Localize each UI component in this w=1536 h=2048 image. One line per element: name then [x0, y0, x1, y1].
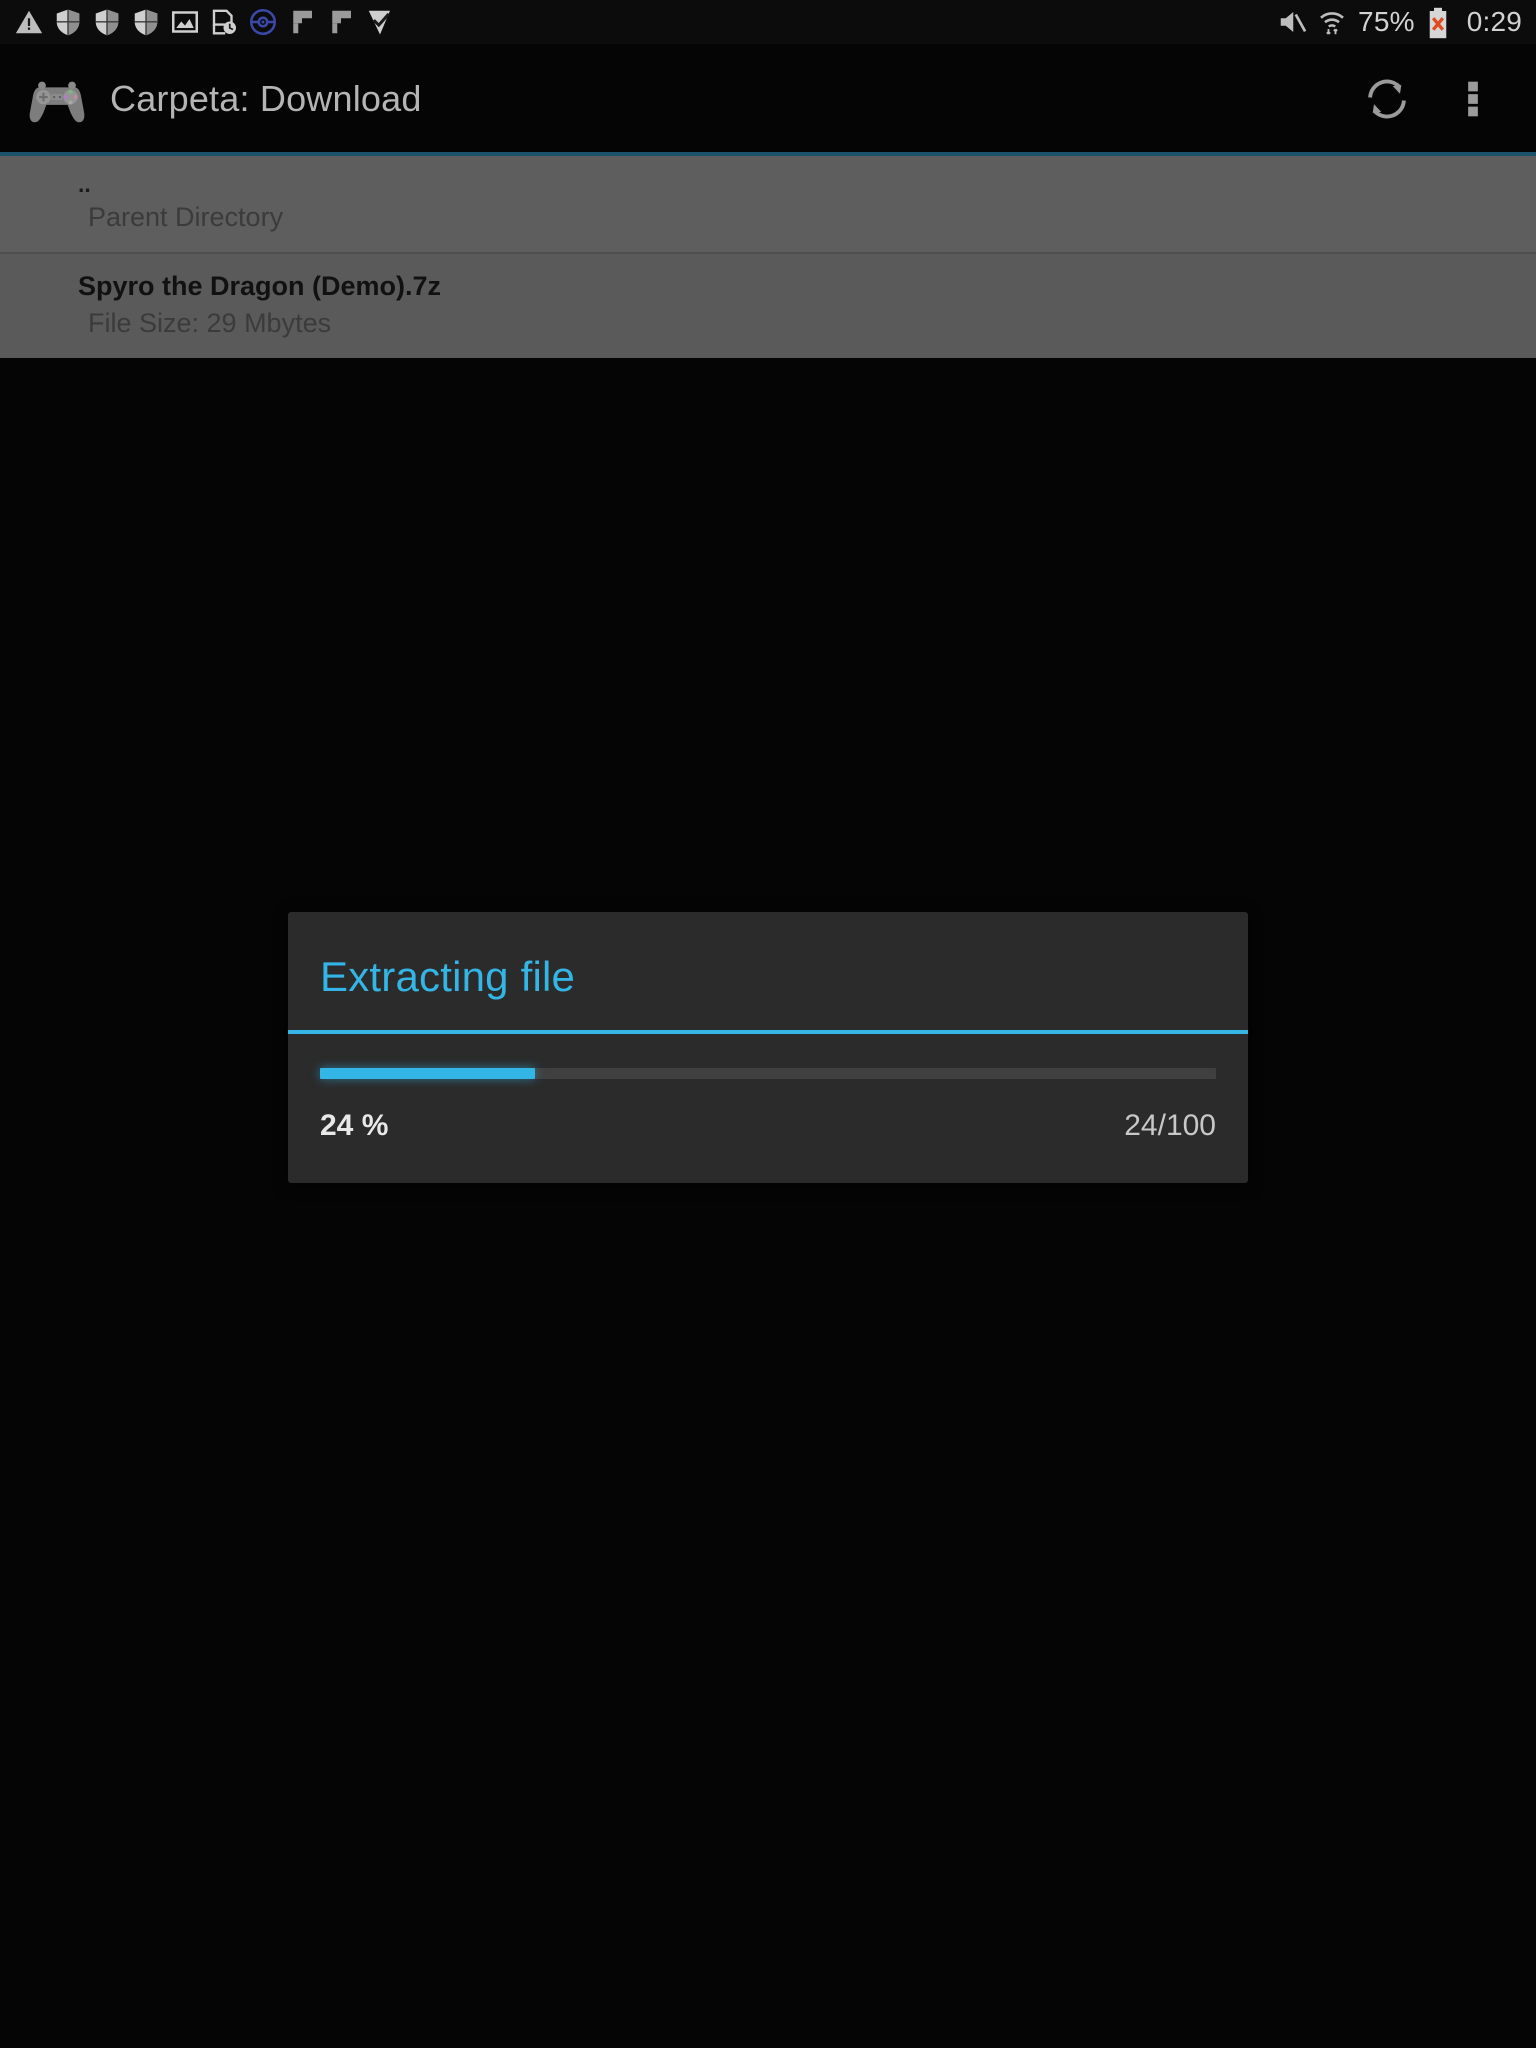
dialog-title: Extracting file: [320, 953, 576, 1000]
progress-labels: 24 % 24/100: [320, 1109, 1216, 1143]
flag-icon-2: [326, 7, 356, 37]
progress-percent-label: 24 %: [320, 1109, 389, 1142]
flag-icon-1: [287, 7, 317, 37]
list-item-parent-directory[interactable]: .. Parent Directory: [0, 156, 1536, 252]
list-item-title: Spyro the Dragon (Demo).7z: [78, 271, 442, 301]
clock-label: 0:29: [1466, 6, 1522, 37]
check-shield-icon: [365, 7, 395, 37]
overflow-menu-button[interactable]: [1430, 56, 1516, 142]
shield-icon-3: [131, 7, 161, 37]
notification-icons-group[interactable]: [14, 0, 395, 44]
battery-percent-label: 75%: [1358, 6, 1415, 37]
warning-triangle-icon: [14, 7, 44, 37]
list-item-title: ..: [78, 171, 91, 197]
progress-count-label: 24/100: [1124, 1109, 1216, 1142]
battery-error-icon: [1426, 7, 1456, 39]
list-item-subtitle: File Size: 29 Mbytes: [88, 308, 332, 338]
photo-icon: [170, 7, 200, 37]
list-item-subtitle: Parent Directory: [88, 202, 284, 232]
status-indicators-group[interactable]: 75% 0:29: [1276, 0, 1522, 44]
extracting-file-dialog: Extracting file 24 % 24/100: [288, 912, 1248, 1183]
shield-icon-2: [92, 7, 122, 37]
content-background: [0, 348, 1536, 2048]
mute-icon: [1276, 7, 1307, 37]
dialog-header: Extracting file: [288, 912, 1248, 1030]
progress-bar: [320, 1068, 1216, 1079]
dialog-body: 24 % 24/100: [288, 1034, 1248, 1183]
wifi-icon: [1317, 7, 1347, 37]
progress-bar-fill: [320, 1068, 536, 1079]
page-title: Carpeta: Download: [110, 78, 422, 119]
gamepad-icon: [26, 68, 88, 130]
pokeball-icon: [248, 7, 278, 37]
refresh-button[interactable]: [1344, 56, 1430, 142]
file-list[interactable]: .. Parent Directory Spyro the Dragon (De…: [0, 156, 1536, 358]
status-bar[interactable]: 75% 0:29: [0, 0, 1536, 44]
document-clock-icon: [209, 7, 239, 37]
action-bar: Carpeta: Download: [0, 44, 1536, 154]
shield-icon-1: [53, 7, 83, 37]
list-item-archive-file[interactable]: Spyro the Dragon (Demo).7z File Size: 29…: [0, 254, 1536, 358]
